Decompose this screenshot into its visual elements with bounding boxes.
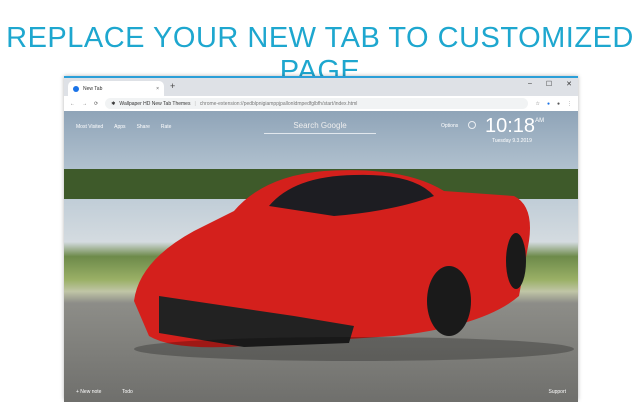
url-text: chrome-extension://pedblpnigiamppjpallon… [199,100,358,107]
top-nav: Most Visited Apps Share Rate [76,124,171,130]
search-input[interactable]: Search Google [264,121,376,134]
close-window-button[interactable]: ✕ [566,80,572,88]
clock-date: Tuesday 9.3.2019 [492,138,532,144]
tab-new-tab[interactable]: New Tab × [68,81,164,96]
nav-most-visited[interactable]: Most Visited [76,124,103,130]
tab-title: New Tab [83,85,103,92]
new-tab-button[interactable]: + [170,81,175,91]
maximize-button[interactable]: ☐ [546,80,552,88]
options-link[interactable]: Options [441,123,458,129]
tab-close-icon[interactable]: × [156,86,159,92]
time-value: 10:18 [485,115,536,137]
nav-rate[interactable]: Rate [161,124,172,130]
car-shadow [134,337,574,361]
car-wheel-front [427,266,471,336]
bookmark-star-icon[interactable]: ☆ [535,101,539,107]
clock-icon[interactable] [468,121,476,129]
car-wheel-rear [506,233,526,289]
back-icon[interactable]: ← [70,101,75,107]
minimize-button[interactable]: – [528,80,532,88]
nav-apps[interactable]: Apps [114,124,125,130]
tab-bar: New Tab × + – ☐ ✕ [64,78,578,96]
nav-share[interactable]: Share [137,124,150,130]
wallpaper-car [64,169,578,361]
support-link[interactable]: Support [548,389,566,395]
reload-icon[interactable]: ⟳ [94,101,98,107]
profile-avatar[interactable]: ● [557,101,560,107]
new-note-button[interactable]: + New note [76,389,101,395]
clock-time: 10:18AM [485,115,544,138]
forward-icon[interactable]: → [82,101,87,107]
menu-icon[interactable]: ⋮ [567,101,572,107]
browser-window: New Tab × + – ☐ ✕ ← → ⟳ ✱ Wallpaper HD N… [64,76,578,402]
ampm: AM [535,118,545,124]
todo-button[interactable]: Todo [122,389,133,395]
new-tab-page: Most Visited Apps Share Rate Search Goog… [64,111,578,402]
extension-icon: ✱ [111,100,116,107]
toolbar: ← → ⟳ ✱ Wallpaper HD New Tab Themes | ch… [64,96,578,111]
site-name: Wallpaper HD New Tab Themes [119,100,191,107]
address-bar[interactable]: ✱ Wallpaper HD New Tab Themes | chrome-e… [105,98,529,109]
extension-button-icon[interactable]: ● [547,101,550,107]
tab-favicon-icon [73,85,79,92]
